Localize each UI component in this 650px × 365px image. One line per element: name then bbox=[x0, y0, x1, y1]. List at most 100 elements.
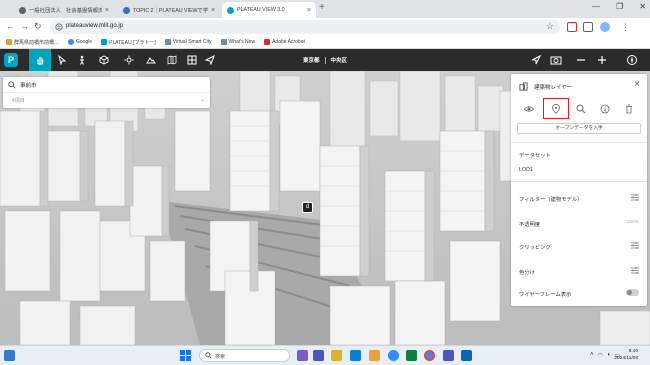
forward-arrow-icon[interactable]: → bbox=[20, 21, 29, 32]
map-location-marker[interactable]: d bbox=[302, 202, 313, 213]
opacity-value: 100% bbox=[626, 220, 639, 225]
extensions-puzzle-icon[interactable] bbox=[583, 22, 593, 32]
search-panel: 事前市 4項目 ⌄ bbox=[3, 77, 210, 108]
compass-icon[interactable] bbox=[626, 54, 638, 66]
browser-tab-strip: 一般社団法人 社会基盤情報流通 × TOPIC 2｜PLATEAU VIEWで学… bbox=[0, 0, 650, 18]
teams-chat-icon[interactable] bbox=[313, 350, 324, 361]
edge-browser-icon[interactable] bbox=[350, 350, 361, 361]
location-arrow-icon[interactable] bbox=[530, 54, 542, 66]
layer-panel-header: 建築物レイヤー × bbox=[511, 74, 647, 98]
clipping-row[interactable]: クリッピング bbox=[519, 242, 639, 251]
site-favicon-icon bbox=[123, 6, 130, 14]
search-value: 事前市 bbox=[20, 83, 37, 89]
extension-icon[interactable] bbox=[567, 22, 577, 32]
outlook-icon[interactable] bbox=[461, 350, 472, 361]
delete-layer-button[interactable] bbox=[624, 104, 634, 114]
globe-icon bbox=[164, 39, 171, 45]
search-icon bbox=[8, 81, 16, 89]
get-open-data-button[interactable]: オープンデータを入手 bbox=[517, 123, 641, 134]
teams-icon[interactable] bbox=[443, 350, 454, 361]
more-menu-icon[interactable]: ⋮ bbox=[621, 22, 630, 33]
lod-value: LOD1 bbox=[519, 167, 533, 173]
chevron-down-icon: ⌄ bbox=[199, 97, 205, 103]
bookmark-item[interactable]: 群馬県前橋市前橋… bbox=[6, 39, 59, 46]
opacity-label: 不透明度 bbox=[519, 222, 541, 228]
wifi-icon[interactable]: ◠ bbox=[597, 352, 602, 359]
close-icon[interactable]: × bbox=[307, 7, 311, 14]
settings-sliders-icon[interactable] bbox=[631, 194, 639, 201]
lod-select[interactable]: LOD1 bbox=[519, 167, 639, 173]
layer-info-button[interactable] bbox=[600, 104, 610, 114]
window-controls: — ❐ ✕ bbox=[592, 2, 646, 11]
speaker-icon[interactable]: ◖ bbox=[607, 352, 611, 359]
back-arrow-icon[interactable]: ← bbox=[6, 21, 15, 32]
settings-sliders-icon[interactable] bbox=[631, 267, 639, 274]
wireframe-label: ワイヤーフレーム表示 bbox=[519, 292, 572, 298]
app-toolbar: P 東京都 中央区 bbox=[0, 49, 650, 71]
zoom-in-icon[interactable] bbox=[596, 54, 608, 66]
file-explorer-icon[interactable] bbox=[331, 350, 342, 361]
layer-action-bar bbox=[511, 98, 647, 122]
excel-icon[interactable] bbox=[406, 350, 417, 361]
url-text: plateauview.mlit.go.jp bbox=[66, 23, 124, 29]
bookmark-item[interactable]: Adobe Acrobat bbox=[264, 39, 305, 45]
site-info-icon[interactable] bbox=[55, 23, 63, 31]
color-scheme-row[interactable]: 色分け bbox=[519, 267, 639, 276]
bookmark-item[interactable]: PLATEAU [プラトー] bbox=[101, 39, 156, 46]
chrome-icon[interactable] bbox=[424, 350, 435, 361]
marker-label: d bbox=[305, 204, 310, 210]
ward-label: 中央区 bbox=[330, 58, 348, 64]
tab-plateau-view[interactable]: PLATEAU VIEW 3.0 × bbox=[222, 2, 316, 18]
settings-sliders-icon[interactable] bbox=[631, 242, 639, 249]
taskbar-search-box[interactable]: 検索 bbox=[199, 349, 290, 362]
bookmark-star-icon[interactable]: ☆ bbox=[546, 21, 554, 32]
close-icon[interactable]: × bbox=[105, 7, 109, 14]
address-bar[interactable]: plateauview.mlit.go.jp ☆ bbox=[50, 20, 560, 34]
bookmark-item[interactable]: Google bbox=[68, 39, 92, 45]
tab-label: PLATEAU VIEW 3.0 bbox=[237, 7, 285, 13]
zoom-icon[interactable] bbox=[388, 350, 399, 361]
profile-avatar[interactable] bbox=[600, 22, 610, 32]
windows-start-button[interactable] bbox=[180, 350, 192, 362]
bookmark-item[interactable]: What's New bbox=[220, 39, 255, 45]
bookmark-item[interactable]: Virtual Smart City bbox=[164, 39, 212, 45]
layer-title: 建築物レイヤー bbox=[534, 85, 573, 91]
system-clock[interactable]: 9:40 2024/11/08 bbox=[614, 348, 638, 362]
bookmark-label: PLATEAU [プラトー] bbox=[109, 39, 156, 46]
chevron-up-icon[interactable]: ˄ bbox=[590, 352, 594, 359]
window-close-button[interactable]: ✕ bbox=[639, 2, 646, 11]
minimize-button[interactable]: — bbox=[592, 2, 600, 11]
start-tile bbox=[180, 350, 185, 355]
dataset-label: データセット bbox=[519, 153, 551, 159]
search-results-toggle[interactable]: 4項目 ⌄ bbox=[3, 93, 210, 108]
tab-topic2[interactable]: TOPIC 2｜PLATEAU VIEWで学ぶ × bbox=[118, 2, 220, 18]
zoom-out-icon[interactable] bbox=[575, 54, 587, 66]
new-tab-button[interactable]: + bbox=[319, 3, 325, 13]
camera-icon[interactable] bbox=[550, 54, 562, 66]
task-view-icon[interactable] bbox=[297, 350, 308, 361]
close-icon[interactable]: × bbox=[634, 80, 640, 90]
plateau-icon bbox=[101, 39, 108, 45]
search-layer-button[interactable] bbox=[576, 104, 586, 114]
close-icon[interactable]: × bbox=[211, 7, 215, 14]
globe-icon bbox=[220, 39, 227, 45]
search-input[interactable]: 事前市 bbox=[3, 77, 210, 93]
tab-jsib[interactable]: 一般社団法人 社会基盤情報流通 × bbox=[14, 2, 114, 18]
wireframe-toggle[interactable] bbox=[626, 289, 639, 296]
windows-taskbar: 検索 ˄ ◠ ◖ ▭ 9:40 2024/11/08 bbox=[0, 345, 650, 365]
start-tile bbox=[186, 350, 191, 355]
clipping-label: クリッピング bbox=[519, 245, 551, 251]
tab-label: TOPIC 2｜PLATEAU VIEWで学ぶ bbox=[133, 8, 208, 14]
divider bbox=[511, 142, 647, 143]
bookmark-label: Adobe Acrobat bbox=[272, 39, 305, 45]
visibility-button[interactable] bbox=[523, 104, 535, 114]
fly-to-location-button[interactable] bbox=[551, 103, 561, 115]
filter-row[interactable]: フィルター（建物モデル） bbox=[519, 194, 639, 203]
widgets-icon[interactable] bbox=[4, 350, 15, 361]
opacity-row[interactable]: 不透明度 100% bbox=[519, 220, 639, 228]
app-icon[interactable] bbox=[369, 350, 380, 361]
info-icon bbox=[600, 104, 610, 114]
reload-icon[interactable]: ↻ bbox=[34, 21, 42, 32]
search-icon bbox=[576, 104, 586, 114]
maximize-button[interactable]: ❐ bbox=[616, 2, 623, 11]
